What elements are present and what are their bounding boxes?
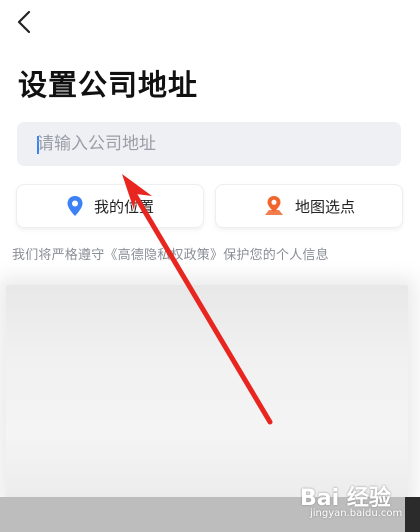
my-location-label: 我的位置 — [93, 197, 154, 216]
map-pick-label: 地图选点 — [294, 197, 355, 216]
address-search-field[interactable] — [17, 122, 401, 166]
chevron-left-icon — [17, 10, 31, 34]
map-pin-icon — [264, 196, 283, 215]
privacy-notice: 我们将严格遵守《高德隐私权政策》保护您的个人信息 — [12, 248, 329, 263]
map-pick-button[interactable]: 地图选点 — [215, 184, 403, 228]
back-button[interactable] — [12, 8, 38, 36]
page-title: 设置公司地址 — [18, 68, 199, 102]
watermark-url: jingyan.baidu.com — [310, 508, 403, 519]
baidu-watermark: Bai 经验 jingyan.baidu.com — [300, 478, 410, 530]
my-location-button[interactable]: 我的位置 — [16, 184, 204, 228]
address-input[interactable] — [37, 122, 392, 166]
blurred-content-area — [6, 285, 408, 500]
location-pin-icon — [67, 196, 83, 216]
